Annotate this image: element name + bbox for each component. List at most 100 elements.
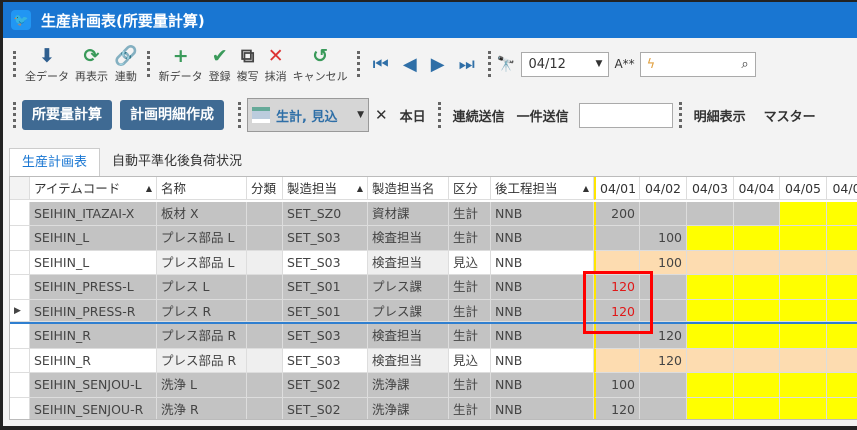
grid-cell[interactable]: プレス部品 R bbox=[157, 348, 247, 373]
grid-cell[interactable] bbox=[734, 397, 780, 419]
next-record-icon[interactable]: ▶ bbox=[431, 54, 445, 75]
grid-cell[interactable] bbox=[687, 299, 734, 322]
create-plan-detail-button[interactable]: 計画明細作成 bbox=[120, 100, 224, 130]
grid-cell[interactable] bbox=[640, 299, 687, 322]
grid-cell[interactable] bbox=[640, 373, 687, 398]
search-input[interactable]: ϟ ⌕ bbox=[639, 51, 756, 77]
grid-cell[interactable] bbox=[247, 275, 283, 300]
column-header[interactable]: 04/05 bbox=[780, 177, 827, 200]
grid-cell[interactable] bbox=[780, 324, 827, 349]
check-button[interactable]: ✔ 登録 bbox=[209, 44, 231, 84]
grid-cell[interactable]: 洗浄課 bbox=[368, 373, 449, 398]
grid-cell[interactable] bbox=[594, 226, 640, 251]
grid-cell[interactable] bbox=[640, 275, 687, 300]
table-row[interactable]: SEIHIN_R プレス部品 R SET_S03 検査担当 見込 NNB 120 bbox=[10, 348, 857, 373]
grid-cell[interactable] bbox=[827, 201, 857, 226]
table-row[interactable]: SEIHIN_L プレス部品 L SET_S03 検査担当 生計 NNB 100 bbox=[10, 226, 857, 251]
grid-cell[interactable]: NNB bbox=[491, 299, 594, 322]
grid-cell[interactable]: NNB bbox=[491, 226, 594, 251]
binoculars-icon[interactable]: 🔭 bbox=[497, 55, 516, 73]
grid-cell[interactable]: 検査担当 bbox=[368, 226, 449, 251]
grid-cell[interactable]: 生計 bbox=[449, 299, 491, 322]
column-header[interactable]: 区分 bbox=[449, 177, 491, 200]
grid-cell[interactable] bbox=[780, 275, 827, 300]
grid-cell[interactable] bbox=[247, 226, 283, 251]
grid-cell[interactable]: SEIHIN_PRESS-L bbox=[30, 275, 157, 300]
column-header[interactable]: 04/0 bbox=[827, 177, 857, 200]
grid-cell[interactable]: 120 bbox=[594, 397, 640, 419]
grid-cell[interactable] bbox=[687, 201, 734, 226]
grid-cell[interactable]: SET_S02 bbox=[283, 373, 368, 398]
requirement-calc-button[interactable]: 所要量計算 bbox=[22, 100, 112, 130]
grid-cell[interactable] bbox=[687, 250, 734, 275]
search-icon[interactable]: ⌕ bbox=[741, 57, 748, 72]
grid-cell[interactable] bbox=[780, 397, 827, 419]
grid-cell[interactable]: 検査担当 bbox=[368, 348, 449, 373]
continuous-send-button[interactable]: 連続送信 bbox=[453, 106, 505, 125]
grid-cell[interactable] bbox=[780, 373, 827, 398]
table-row[interactable]: SEIHIN_SENJOU-R 洗浄 R SET_S02 洗浄課 生計 NNB 120 bbox=[10, 397, 857, 419]
grid-cell[interactable]: SEIHIN_L bbox=[30, 250, 157, 275]
grid-cell[interactable]: NNB bbox=[491, 275, 594, 300]
grid-cell[interactable]: 検査担当 bbox=[368, 324, 449, 349]
grid-cell[interactable] bbox=[734, 299, 780, 322]
grid-cell[interactable]: 生計 bbox=[449, 226, 491, 251]
refresh-button[interactable]: ⟳ 再表示 bbox=[75, 44, 108, 84]
grid-cell[interactable] bbox=[687, 275, 734, 300]
grid-cell[interactable]: SEIHIN_ITAZAI-X bbox=[30, 201, 157, 226]
grid-cell[interactable]: 100 bbox=[640, 226, 687, 251]
grid-cell[interactable] bbox=[827, 397, 857, 419]
grid-cell[interactable] bbox=[687, 226, 734, 251]
grid-cell[interactable]: 資材課 bbox=[368, 201, 449, 226]
grid-cell[interactable] bbox=[827, 348, 857, 373]
row-header[interactable] bbox=[10, 324, 30, 349]
sort-asc-icon[interactable]: ▲ bbox=[583, 177, 589, 199]
grid-cell[interactable] bbox=[734, 348, 780, 373]
grid-cell[interactable] bbox=[780, 250, 827, 275]
table-row[interactable]: SEIHIN_R プレス部品 R SET_S03 検査担当 生計 NNB 120 bbox=[10, 324, 857, 349]
grid-cell[interactable] bbox=[780, 299, 827, 322]
link-button[interactable]: 🔗 連動 bbox=[114, 44, 138, 84]
grid-cell[interactable]: SEIHIN_PRESS-R bbox=[30, 299, 157, 322]
grid-cell[interactable] bbox=[827, 373, 857, 398]
tab-production-plan[interactable]: 生産計画表 bbox=[9, 148, 101, 176]
column-header[interactable]: 名称 bbox=[157, 177, 247, 200]
grid-cell[interactable]: 120 bbox=[594, 275, 640, 300]
grid-cell[interactable] bbox=[827, 226, 857, 251]
grid-cell[interactable]: 見込 bbox=[449, 250, 491, 275]
grid-cell[interactable]: 洗浄 R bbox=[157, 397, 247, 419]
grid-cell[interactable]: SET_S03 bbox=[283, 250, 368, 275]
toolbar-grip[interactable] bbox=[13, 51, 16, 77]
grid-cell[interactable] bbox=[734, 373, 780, 398]
grid-cell[interactable]: 洗浄 L bbox=[157, 373, 247, 398]
first-record-icon[interactable]: ⏮ bbox=[373, 54, 389, 75]
grid-cell[interactable]: 板材 X bbox=[157, 201, 247, 226]
grid-cell[interactable] bbox=[827, 275, 857, 300]
column-header[interactable]: 04/01 bbox=[594, 177, 640, 200]
grid-cell[interactable] bbox=[687, 373, 734, 398]
grid-cell[interactable] bbox=[247, 324, 283, 349]
grid-cell[interactable]: 生計 bbox=[449, 324, 491, 349]
grid-cell[interactable] bbox=[247, 299, 283, 322]
toolbar-grip[interactable] bbox=[146, 51, 150, 77]
table-row[interactable]: SEIHIN_SENJOU-L 洗浄 L SET_S02 洗浄課 生計 NNB 100 bbox=[10, 373, 857, 398]
toolbar-grip[interactable] bbox=[356, 51, 360, 77]
chevron-down-icon[interactable]: ▼ bbox=[596, 59, 603, 69]
column-header[interactable]: アイテムコード ▲ bbox=[30, 177, 157, 200]
grid-cell[interactable] bbox=[594, 324, 640, 349]
grid-cell[interactable] bbox=[780, 348, 827, 373]
grid-cell[interactable] bbox=[594, 348, 640, 373]
grid-cell[interactable] bbox=[734, 250, 780, 275]
grid-cell[interactable]: SET_S03 bbox=[283, 226, 368, 251]
grid-cell[interactable]: 生計 bbox=[449, 397, 491, 419]
grid-cell[interactable]: 120 bbox=[640, 348, 687, 373]
grid-cell[interactable] bbox=[687, 348, 734, 373]
undo-button[interactable]: ↺ キャンセル bbox=[293, 44, 348, 84]
toolbar-grip[interactable] bbox=[238, 102, 241, 128]
row-header[interactable] bbox=[10, 226, 30, 251]
clear-filter-icon[interactable]: ✕ bbox=[375, 106, 388, 124]
grid-cell[interactable]: プレス部品 L bbox=[157, 250, 247, 275]
close-button[interactable]: ✕ 抹消 bbox=[265, 44, 287, 84]
grid-cell[interactable]: NNB bbox=[491, 348, 594, 373]
grid-cell[interactable] bbox=[247, 373, 283, 398]
